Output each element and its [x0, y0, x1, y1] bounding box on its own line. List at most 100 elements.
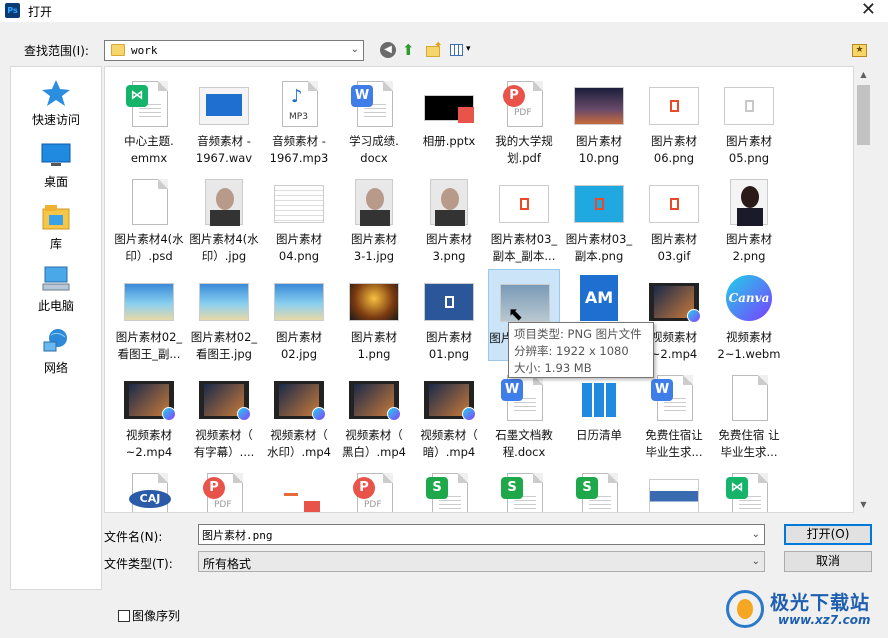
place-desktop[interactable]: 桌面	[11, 135, 101, 195]
generic-file-icon	[124, 177, 174, 231]
back-button[interactable]: ◀	[380, 42, 396, 58]
view-grid-icon	[450, 44, 463, 56]
video-file-icon	[349, 373, 401, 427]
file-item[interactable]: S	[488, 465, 560, 512]
photo-thumbnail	[199, 177, 249, 231]
file-item[interactable]: 日历清单	[563, 367, 635, 459]
file-name: 视频素材（ 水印）.mp4	[267, 428, 331, 459]
folder-icon	[111, 44, 125, 56]
checkbox-box[interactable]	[118, 610, 130, 622]
file-item[interactable]	[638, 465, 710, 512]
desktop-icon	[41, 143, 71, 166]
scroll-down-icon[interactable]: ▼	[855, 496, 872, 513]
file-name: 图片素材02_ 看图王.jpg	[190, 330, 258, 361]
file-item[interactable]: 视频素材（ 水印）.mp4	[263, 367, 335, 459]
file-item[interactable]: 视频素材（ 暗）.mp4	[413, 367, 485, 459]
scroll-thumb[interactable]	[857, 85, 870, 145]
file-name: 相册.pptx	[422, 134, 476, 148]
file-item[interactable]: 图片素材 05.png	[713, 73, 785, 165]
file-item[interactable]: PDF P 我的大学规 划.pdf	[488, 73, 560, 165]
file-item[interactable]: 图片素材 02.jpg	[263, 269, 335, 361]
up-folder-button[interactable]: ⬆	[402, 42, 420, 60]
video-file-icon	[124, 373, 176, 427]
close-icon[interactable]: ✕	[861, 0, 876, 20]
file-item[interactable]: 图片素材4(水 印）.psd	[113, 171, 185, 263]
arrow-up-icon: ⬆	[402, 41, 415, 59]
file-item[interactable]: S	[563, 465, 635, 512]
image-thumbnail	[124, 275, 174, 329]
file-item[interactable]: 图片素材 10.png	[563, 73, 635, 165]
video-file-icon	[424, 373, 476, 427]
file-item[interactable]: 视频素材（ 有字幕）....	[188, 367, 260, 459]
file-item[interactable]: 视频素材 ~2.mp4	[113, 367, 185, 459]
file-item[interactable]: 图片素材03_ 副本_副本...	[488, 171, 560, 263]
file-item[interactable]: S	[413, 465, 485, 512]
file-item[interactable]: 视频素材（ 黑白）.mp4	[338, 367, 410, 459]
file-item[interactable]: 图片素材 2.png	[713, 171, 785, 263]
file-name: 中心主题. emmx	[124, 134, 174, 165]
view-menu-button[interactable]: ▾	[450, 42, 476, 60]
file-item[interactable]: 图片素材 1.png	[338, 269, 410, 361]
filetype-dropdown[interactable]: 所有格式 ⌄	[198, 551, 765, 572]
tooltip-resolution: 分辨率: 1922 x 1080	[514, 344, 629, 358]
file-item[interactable]: ⋈	[713, 465, 785, 512]
file-item[interactable]: 图片素材4(水 印）.jpg	[188, 171, 260, 263]
file-item[interactable]: 音频素材 - 1967.wav	[188, 73, 260, 165]
file-item[interactable]: PDF P	[338, 465, 410, 512]
place-this-pc[interactable]: 此电脑	[11, 259, 101, 319]
file-item[interactable]: 图片素材 3.png	[413, 171, 485, 263]
file-item[interactable]: ♪ MP3 音频素材 - 1967.mp3	[263, 73, 335, 165]
place-network[interactable]: 网络	[11, 321, 101, 381]
chevron-down-icon[interactable]: ⌄	[752, 529, 760, 540]
file-item[interactable]: 图片素材02_ 看图王.jpg	[188, 269, 260, 361]
file-type-icon: ⋈	[724, 471, 774, 512]
file-name: 视频素材 2~1.webm	[717, 330, 781, 361]
file-item[interactable]: PDF P	[188, 465, 260, 512]
vertical-scrollbar[interactable]: ▲ ▼	[855, 66, 872, 513]
file-item[interactable]: W 免费住宿让 毕业生求...	[638, 367, 710, 459]
pdf-icon: PDF P	[349, 471, 399, 512]
file-item[interactable]: 图片素材 01.png	[413, 269, 485, 361]
video-file-icon	[649, 275, 701, 329]
cancel-button[interactable]: 取消	[784, 551, 872, 572]
file-name: 音频素材 - 1967.wav	[195, 134, 253, 165]
file-name: 我的大学规 划.pdf	[495, 134, 553, 165]
favorite-folder-button[interactable]: ★	[852, 44, 867, 57]
filename-input[interactable]	[199, 525, 739, 544]
file-item[interactable]: 图片素材 03.gif	[638, 171, 710, 263]
file-item[interactable]: ⋈ 中心主题. emmx	[113, 73, 185, 165]
file-item[interactable]: CAJ	[113, 465, 185, 512]
place-quick-access[interactable]: 快速访问	[11, 73, 101, 133]
library-icon	[42, 205, 70, 230]
file-item[interactable]: 图片素材 04.png	[263, 171, 335, 263]
scroll-up-icon[interactable]: ▲	[855, 66, 872, 83]
open-button[interactable]: 打开(O)	[784, 524, 872, 545]
file-list: ⋈ 中心主题. emmx 音频素材 - 1967.wav ♪ MP3 音频素材 - 196…	[104, 66, 854, 513]
file-name: 石墨文档教 程.docx	[495, 428, 553, 459]
file-item[interactable]: Canva 视频素材 2~1.webm	[713, 269, 785, 361]
file-item[interactable]: 图片素材02_ 看图王_副...	[113, 269, 185, 361]
file-name: 视频素材（ 有字幕）....	[193, 428, 255, 459]
file-item[interactable]: 图片素材 06.png	[638, 73, 710, 165]
lookin-dropdown[interactable]: work ⌄	[104, 40, 364, 61]
file-item[interactable]: W 石墨文档教 程.docx	[488, 367, 560, 459]
chevron-down-icon: ⌄	[350, 44, 359, 55]
new-folder-button[interactable]: ✦	[425, 40, 443, 60]
chevron-down-icon: ▾	[466, 44, 471, 54]
file-type-icon: W	[649, 373, 699, 427]
filename-field[interactable]: ⌄	[198, 524, 765, 545]
file-item[interactable]: W 学习成绩. docx	[338, 73, 410, 165]
image-thumbnail	[199, 275, 249, 329]
file-item[interactable]: 免费住宿 让 毕业生求...	[713, 367, 785, 459]
file-item[interactable]: 相册.pptx	[413, 73, 485, 165]
file-item[interactable]	[263, 465, 335, 512]
chevron-down-icon: ⌄	[751, 556, 760, 567]
file-item[interactable]: 图片素材 3-1.jpg	[338, 171, 410, 263]
image-sequence-checkbox[interactable]: 图像序列	[118, 607, 180, 624]
filename-label: 文件名(N):	[104, 530, 163, 544]
place-library[interactable]: 库	[11, 197, 101, 257]
calendar-icon	[574, 373, 624, 427]
canva-icon: Canva	[724, 275, 774, 329]
file-item[interactable]: 图片素材03_ 副本.png	[563, 171, 635, 263]
file-name: 图片素材 04.png	[276, 232, 322, 263]
